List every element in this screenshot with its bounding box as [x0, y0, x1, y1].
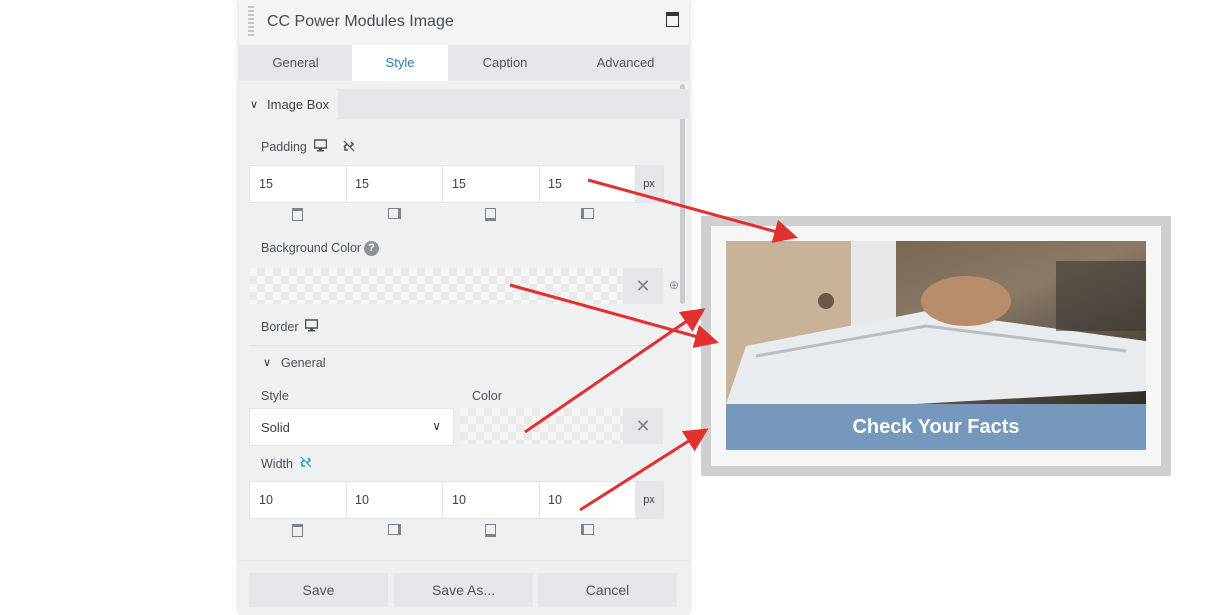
- border-style-select[interactable]: Solid ∨: [249, 408, 454, 446]
- right-side-icon: [388, 524, 401, 535]
- tab-caption[interactable]: Caption: [448, 45, 562, 81]
- tab-general[interactable]: General: [239, 45, 352, 81]
- cancel-button[interactable]: Cancel: [538, 573, 677, 607]
- width-label: Width: [261, 457, 293, 471]
- section-toggle-image-box[interactable]: ∨ Image Box: [239, 89, 338, 119]
- left-side-icon: [581, 524, 594, 535]
- panel-header[interactable]: CC Power Modules Image: [239, 0, 689, 45]
- desktop-icon[interactable]: [313, 139, 328, 155]
- bottom-side-icon: [485, 208, 496, 221]
- style-label: Style: [261, 389, 289, 403]
- section-bar: ∨ Image Box: [239, 89, 689, 119]
- clear-color-button[interactable]: ✕: [623, 268, 663, 304]
- width-top-input[interactable]: 10: [250, 482, 347, 518]
- save-button[interactable]: Save: [249, 573, 388, 607]
- drag-handle-icon[interactable]: [248, 6, 254, 38]
- tab-advanced[interactable]: Advanced: [562, 45, 689, 81]
- border-color-picker[interactable]: [460, 408, 623, 444]
- chevron-down-icon: ∨: [250, 99, 259, 111]
- panel-title: CC Power Modules Image: [267, 13, 454, 30]
- unit-label[interactable]: px: [635, 166, 663, 202]
- unlink-icon[interactable]: [342, 139, 356, 156]
- left-side-icon: [581, 208, 594, 219]
- color-label: Color: [472, 389, 502, 403]
- padding-inputs: 15 15 15 15 px: [249, 165, 664, 203]
- preview-photo: [726, 241, 1146, 404]
- chevron-down-icon: ∨: [432, 419, 441, 433]
- top-side-icon: [292, 524, 303, 537]
- padding-bottom-input[interactable]: 15: [443, 166, 540, 202]
- panel-footer: Save Save As... Cancel: [239, 560, 689, 615]
- save-as-button[interactable]: Save As...: [394, 573, 533, 607]
- padding-label: Padding: [261, 140, 307, 154]
- bottom-side-icon: [485, 524, 496, 537]
- padding-left-input[interactable]: 15: [539, 166, 635, 202]
- right-side-icon: [388, 208, 401, 219]
- preview-caption: Check Your Facts: [726, 404, 1146, 450]
- tab-style[interactable]: Style: [352, 45, 448, 81]
- divider: [249, 345, 662, 346]
- maximize-icon[interactable]: [666, 12, 679, 27]
- image-module-preview: Check Your Facts: [701, 216, 1171, 476]
- padding-top-input[interactable]: 15: [250, 166, 347, 202]
- help-icon[interactable]: ?: [364, 241, 379, 256]
- section-label: Image Box: [267, 97, 330, 112]
- background-color-label: Background Color: [261, 241, 362, 255]
- border-width-inputs: 10 10 10 10 px: [249, 481, 664, 519]
- border-label: Border: [261, 320, 299, 334]
- unlink-icon[interactable]: [299, 455, 313, 472]
- top-side-icon: [292, 208, 303, 221]
- width-left-input[interactable]: 10: [539, 482, 635, 518]
- background-color-picker[interactable]: [249, 268, 623, 304]
- clear-color-button[interactable]: ✕: [623, 408, 663, 444]
- width-bottom-input[interactable]: 10: [443, 482, 540, 518]
- width-right-input[interactable]: 10: [346, 482, 443, 518]
- preview-padding-area: Check Your Facts: [711, 226, 1161, 466]
- plus-circle-icon[interactable]: ⊕: [669, 278, 679, 292]
- unit-label[interactable]: px: [635, 482, 663, 518]
- select-value: Solid: [261, 420, 290, 435]
- chevron-down-icon[interactable]: ∨: [263, 356, 271, 369]
- tab-bar: General Style Caption Advanced: [239, 45, 689, 81]
- desktop-icon[interactable]: [304, 319, 319, 335]
- settings-panel: CC Power Modules Image General Style Cap…: [239, 0, 689, 615]
- border-general-toggle[interactable]: General: [281, 356, 325, 370]
- padding-right-input[interactable]: 15: [346, 166, 443, 202]
